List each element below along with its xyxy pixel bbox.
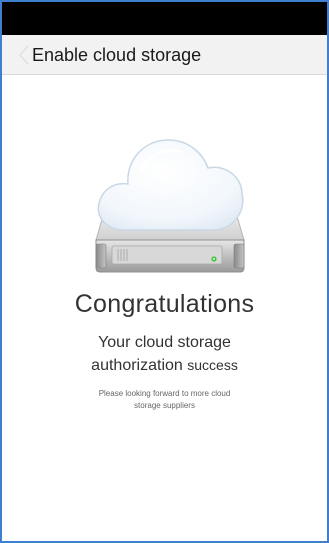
phone-screen: Enable cloud storage Congratulations You… [0, 0, 329, 543]
status-bar [2, 2, 327, 35]
app-header: Enable cloud storage [2, 35, 327, 75]
success-message: Your cloud storage authorization success [2, 332, 327, 377]
success-message-line1: Your cloud storage [98, 334, 231, 351]
suppliers-note-line1: Please looking forward to more cloud [98, 389, 231, 398]
success-message-line2: authorization success [2, 354, 327, 377]
suppliers-note-line2: storage suppliers [134, 401, 195, 410]
cloud-hard-drive-icon [84, 110, 256, 280]
congratulations-heading: Congratulations [74, 290, 255, 318]
page-title: Enable cloud storage [32, 45, 202, 65]
suppliers-note: Please looking forward to more cloud sto… [2, 388, 327, 412]
success-message-word-success: success [187, 357, 238, 373]
success-message-word-authorization: authorization [91, 357, 183, 374]
